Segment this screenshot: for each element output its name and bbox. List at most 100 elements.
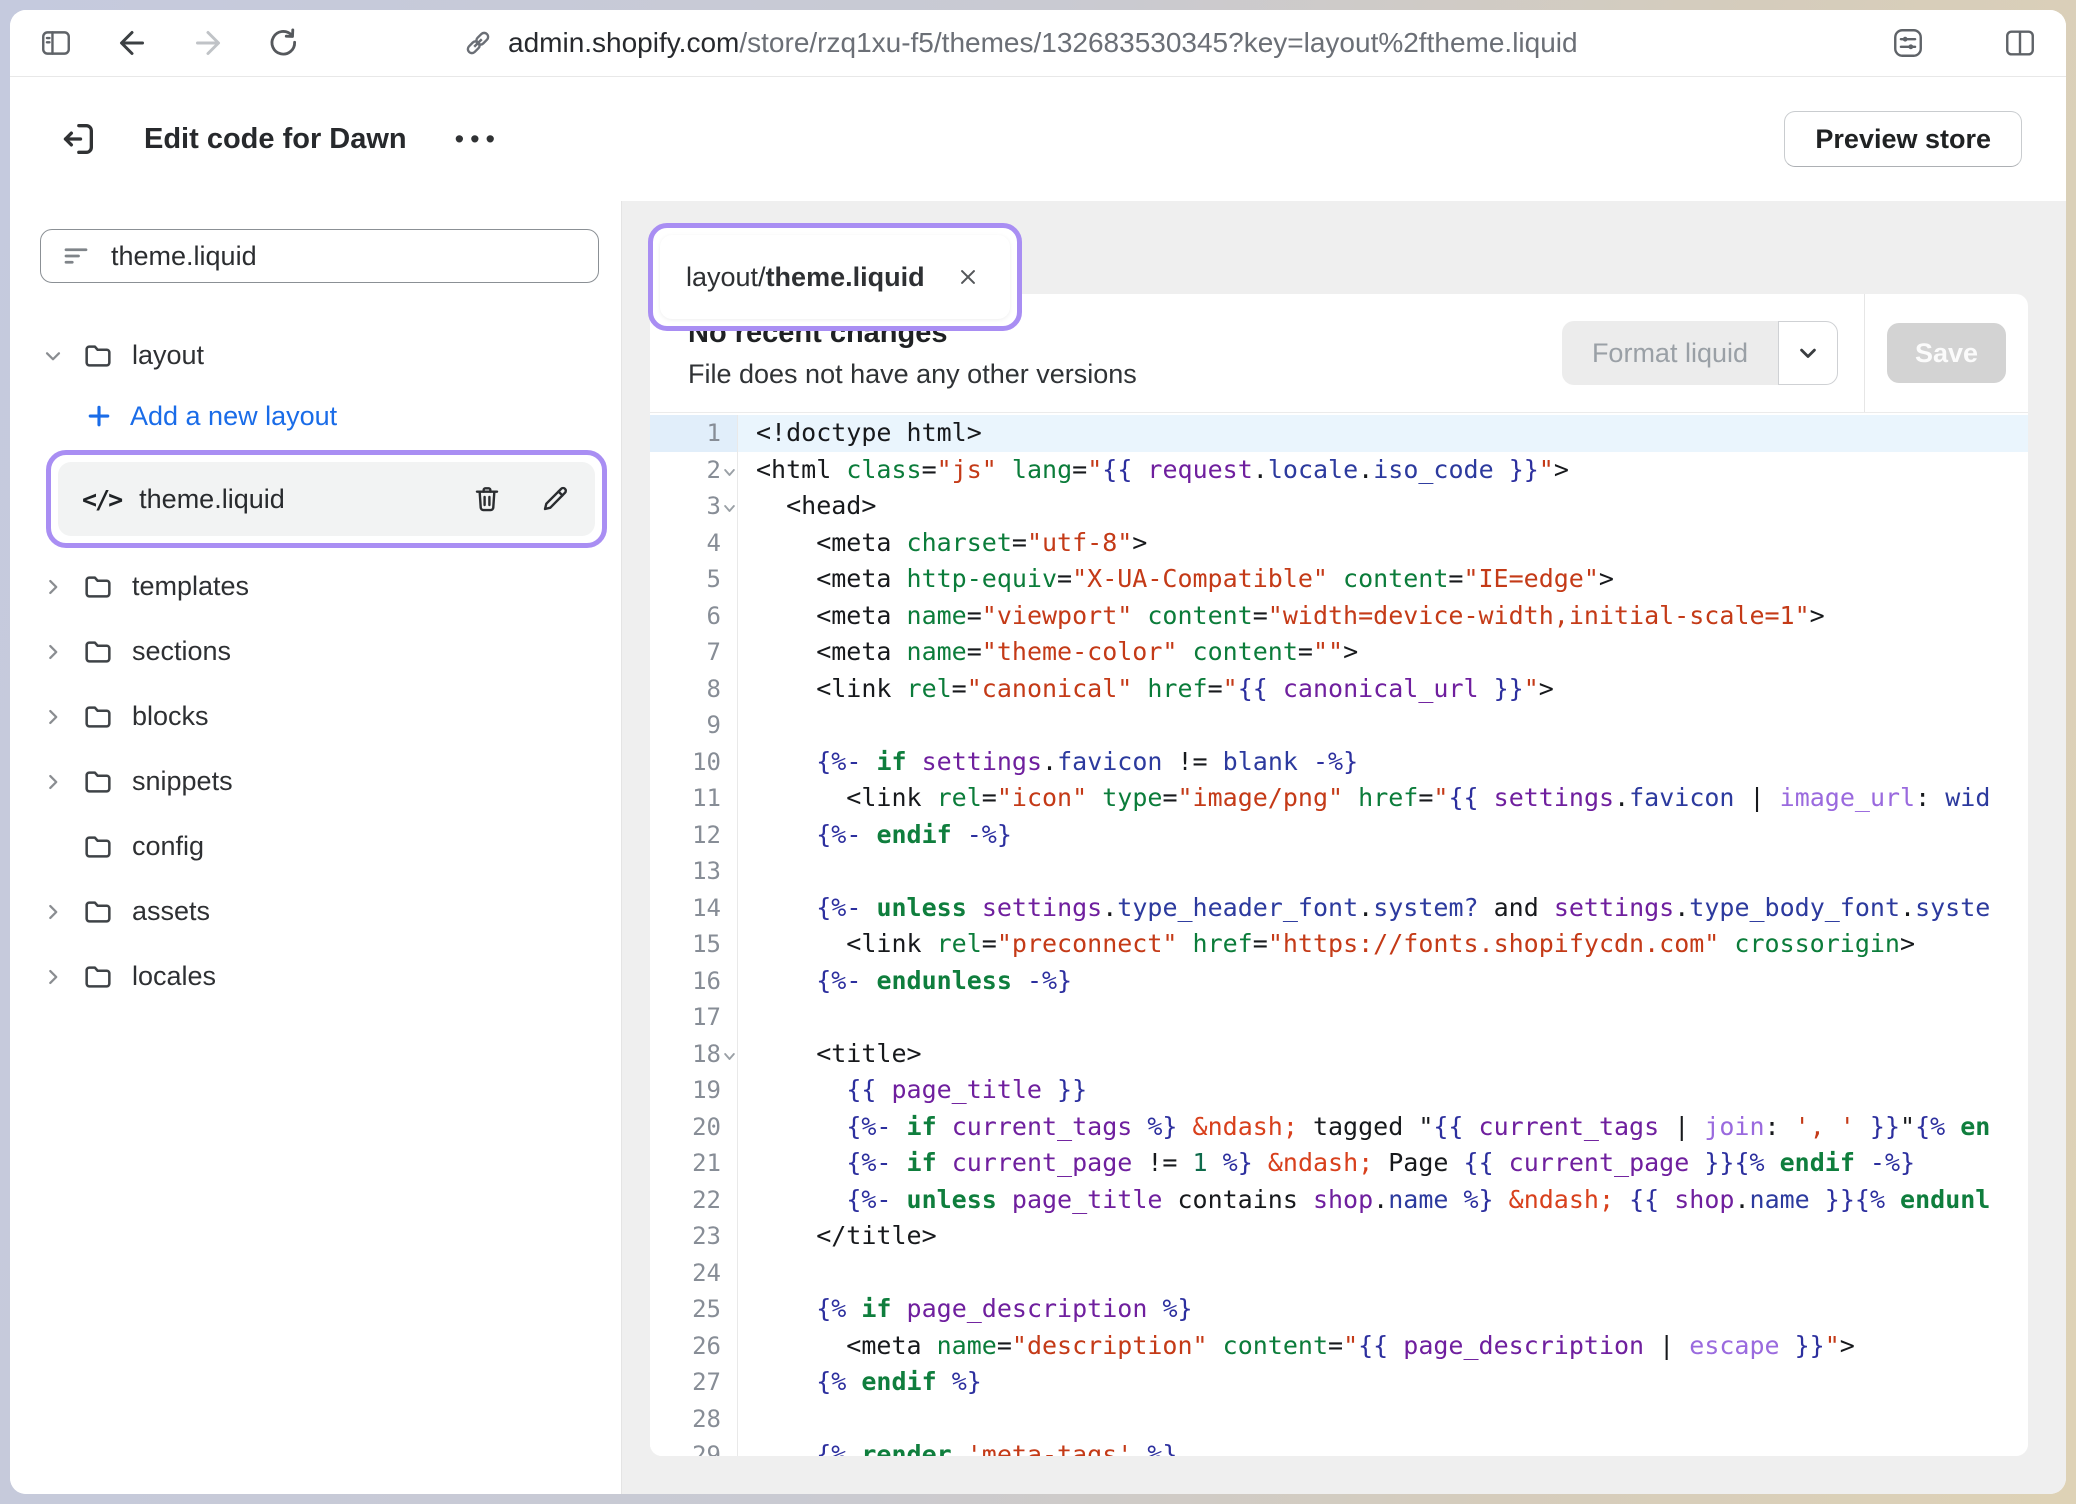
format-options-button[interactable]	[1778, 321, 1838, 385]
preview-store-button[interactable]: Preview store	[1784, 111, 2022, 167]
address-bar[interactable]: admin.shopify.com/store/rzq1xu-f5/themes…	[462, 27, 1870, 59]
code-line[interactable]: 19 {{ page_title }}	[650, 1072, 2028, 1109]
line-number: 1	[707, 419, 721, 447]
code-line[interactable]: 28	[650, 1401, 2028, 1438]
tree-folder-templates[interactable]: templates	[40, 554, 607, 619]
tree-folder-sections[interactable]: sections	[40, 619, 607, 684]
code-line[interactable]: 24	[650, 1255, 2028, 1292]
code-line[interactable]: 17	[650, 999, 2028, 1036]
code-line[interactable]: 11 <link rel="icon" type="image/png" hre…	[650, 780, 2028, 817]
code-editor[interactable]: 1 <!doctype html> 2 <html class="js" lan…	[650, 413, 2028, 1456]
code-line[interactable]: 6 <meta name="viewport" content="width=d…	[650, 598, 2028, 635]
line-number: 14	[692, 894, 721, 922]
code-line[interactable]: 15 <link rel="preconnect" href="https://…	[650, 926, 2028, 963]
code-line-text: {%- unless page_title contains shop.name…	[738, 1182, 2028, 1219]
tree-folder-locales[interactable]: locales	[40, 944, 607, 1009]
code-line-text: {%- unless settings.type_header_font.sys…	[738, 890, 2028, 927]
trash-icon[interactable]	[471, 483, 503, 515]
code-line-text: {% render 'meta-tags' %}	[738, 1437, 2028, 1456]
tree-folder-config[interactable]: config	[40, 814, 607, 879]
code-line[interactable]: 4 <meta charset="utf-8">	[650, 525, 2028, 562]
fold-chevron-icon[interactable]	[722, 1049, 737, 1064]
line-number: 18	[692, 1040, 721, 1068]
code-line-text: <link rel="preconnect" href="https://fon…	[738, 926, 2028, 963]
fold-chevron-icon[interactable]	[722, 501, 737, 516]
code-line[interactable]: 25 {% if page_description %}	[650, 1291, 2028, 1328]
code-line[interactable]: 20 {%- if current_tags %} &ndash; tagged…	[650, 1109, 2028, 1146]
editor-main: layout/theme.liquid No recent changes Fi…	[622, 201, 2066, 1494]
code-line[interactable]: 29 {% render 'meta-tags' %}	[650, 1437, 2028, 1456]
more-menu-button[interactable]: •••	[455, 124, 501, 155]
back-icon[interactable]	[114, 25, 150, 61]
reload-icon[interactable]	[266, 25, 302, 61]
format-liquid-button[interactable]: Format liquid	[1562, 321, 1778, 385]
tree-folder-assets[interactable]: assets	[40, 879, 607, 944]
code-line[interactable]: 9	[650, 707, 2028, 744]
code-line-text: {%- endif -%}	[738, 817, 2028, 854]
line-number: 8	[707, 675, 721, 703]
code-line[interactable]: 27 {% endif %}	[650, 1364, 2028, 1401]
line-number: 13	[692, 857, 721, 885]
line-number: 20	[692, 1113, 721, 1141]
code-line-text: <meta charset="utf-8">	[738, 525, 2028, 562]
line-number-gutter: 14	[650, 890, 738, 927]
code-line[interactable]: 13	[650, 853, 2028, 890]
code-line[interactable]: 18 <title>	[650, 1036, 2028, 1073]
page-title: Edit code for Dawn	[144, 123, 407, 156]
code-line[interactable]: 1 <!doctype html>	[650, 415, 2028, 452]
code-line[interactable]: 5 <meta http-equiv="X-UA-Compatible" con…	[650, 561, 2028, 598]
code-line-text: <meta name="viewport" content="width=dev…	[738, 598, 2028, 635]
tree-folder-layout[interactable]: layout	[40, 323, 607, 388]
code-line-text: <head>	[738, 488, 2028, 525]
folder-label: config	[132, 831, 204, 862]
line-number: 6	[707, 602, 721, 630]
line-number-gutter: 23	[650, 1218, 738, 1255]
code-line[interactable]: 23 </title>	[650, 1218, 2028, 1255]
tree-folder-snippets[interactable]: snippets	[40, 749, 607, 814]
save-button[interactable]: Save	[1887, 323, 2006, 383]
file-search-box[interactable]	[40, 229, 599, 283]
tab-layout-theme-liquid[interactable]: layout/theme.liquid	[660, 235, 1010, 319]
tree-file-theme.liquid[interactable]: </> theme.liquid	[58, 462, 595, 536]
line-number: 23	[692, 1222, 721, 1250]
line-number-gutter: 9	[650, 707, 738, 744]
folder-label: sections	[132, 636, 231, 667]
forward-icon[interactable]	[190, 25, 226, 61]
code-line[interactable]: 8 <link rel="canonical" href="{{ canonic…	[650, 671, 2028, 708]
url-path: /store/rzq1xu-f5/themes/132683530345?key…	[739, 27, 1577, 58]
link-icon	[462, 27, 494, 59]
tune-icon[interactable]	[1890, 25, 1926, 61]
version-status-subtext: File does not have any other versions	[688, 359, 1137, 390]
code-line-text: <html class="js" lang="{{ request.locale…	[738, 452, 2028, 489]
line-number: 2	[707, 456, 721, 484]
code-line[interactable]: 7 <meta name="theme-color" content="">	[650, 634, 2028, 671]
code-line[interactable]: 14 {%- unless settings.type_header_font.…	[650, 890, 2028, 927]
format-liquid-split-button: Format liquid	[1562, 321, 1838, 385]
code-line[interactable]: 21 {%- if current_page != 1 %} &ndash; P…	[650, 1145, 2028, 1182]
close-icon[interactable]	[955, 264, 981, 290]
folder-label: templates	[132, 571, 249, 602]
code-line[interactable]: 3 <head>	[650, 488, 2028, 525]
line-number-gutter: 10	[650, 744, 738, 781]
line-number: 9	[707, 711, 721, 739]
line-number: 3	[707, 492, 721, 520]
code-line[interactable]: 12 {%- endif -%}	[650, 817, 2028, 854]
code-line[interactable]: 2 <html class="js" lang="{{ request.loca…	[650, 452, 2028, 489]
search-input[interactable]	[109, 240, 578, 273]
folder-label: blocks	[132, 701, 209, 732]
fold-chevron-icon[interactable]	[722, 465, 737, 480]
split-view-icon[interactable]	[2002, 25, 2038, 61]
code-line[interactable]: 22 {%- unless page_title contains shop.n…	[650, 1182, 2028, 1219]
tree-folder-blocks[interactable]: blocks	[40, 684, 607, 749]
sidebar-toggle-icon[interactable]	[38, 25, 74, 61]
code-file-icon: </>	[82, 485, 121, 514]
add-new-layout-link[interactable]: Add a new layout	[40, 388, 607, 444]
pencil-icon[interactable]	[539, 483, 571, 515]
code-line[interactable]: 10 {%- if settings.favicon != blank -%}	[650, 744, 2028, 781]
line-number-gutter: 22	[650, 1182, 738, 1219]
line-number-gutter: 6	[650, 598, 738, 635]
exit-editor-button[interactable]	[58, 119, 98, 159]
folder-label: layout	[132, 340, 204, 371]
code-line[interactable]: 26 <meta name="description" content="{{ …	[650, 1328, 2028, 1365]
code-line[interactable]: 16 {%- endunless -%}	[650, 963, 2028, 1000]
